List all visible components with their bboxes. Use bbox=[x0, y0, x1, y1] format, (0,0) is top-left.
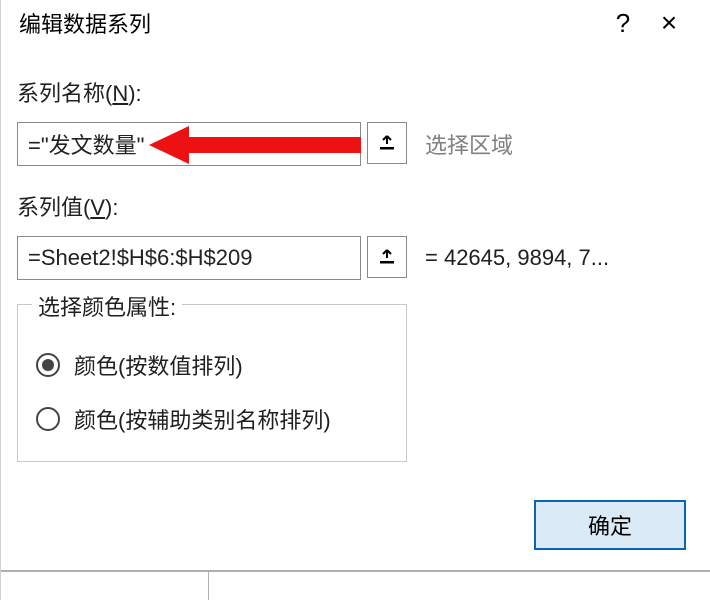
series-values-preview: = 42645, 9894, 7... bbox=[425, 245, 609, 271]
group-legend: 选择颜色属性: bbox=[32, 290, 182, 322]
mnemonic-v: V bbox=[90, 195, 105, 220]
close-icon[interactable]: × bbox=[646, 7, 692, 39]
button-label: 确定 bbox=[588, 509, 632, 541]
color-attribute-group: 选择颜色属性: 颜色(按数值排列) 颜色(按辅助类别名称排列) bbox=[17, 304, 407, 462]
series-name-label: 系列名称(N): bbox=[17, 76, 692, 108]
titlebar: 编辑数据系列 ? × bbox=[1, 0, 710, 46]
table-cell[interactable] bbox=[1, 572, 209, 600]
radio-by-category[interactable]: 颜色(按辅助类别名称排列) bbox=[36, 403, 388, 435]
ok-button[interactable]: 确定 bbox=[534, 500, 686, 550]
label-text: ): bbox=[128, 81, 141, 106]
help-icon[interactable]: ? bbox=[600, 8, 646, 39]
radio-label: 颜色(按辅助类别名称排列) bbox=[74, 403, 331, 435]
collapse-dialog-icon bbox=[377, 247, 397, 267]
radio-by-value[interactable]: 颜色(按数值排列) bbox=[36, 349, 388, 381]
collapse-dialog-icon bbox=[377, 133, 397, 153]
series-values-label: 系列值(V): bbox=[17, 190, 692, 222]
table-cell[interactable] bbox=[209, 572, 710, 600]
series-name-input[interactable] bbox=[17, 122, 361, 166]
dialog-title: 编辑数据系列 bbox=[19, 7, 600, 39]
range-picker-button[interactable] bbox=[367, 236, 407, 278]
radio-label: 颜色(按数值排列) bbox=[74, 349, 243, 381]
label-text: ): bbox=[105, 195, 118, 220]
series-name-input-wrap bbox=[17, 122, 407, 166]
range-picker-button[interactable] bbox=[367, 122, 407, 164]
label-text: 系列名称( bbox=[17, 81, 112, 106]
mnemonic-n: N bbox=[112, 81, 128, 106]
series-values-input[interactable] bbox=[17, 236, 361, 280]
radio-icon bbox=[36, 407, 60, 431]
label-text: 系列值( bbox=[17, 195, 90, 220]
spreadsheet-strip bbox=[1, 570, 710, 600]
edit-series-dialog: 编辑数据系列 ? × 系列名称(N): 选择区域 bbox=[0, 0, 710, 600]
radio-icon bbox=[36, 353, 60, 377]
series-values-input-wrap bbox=[17, 236, 407, 280]
series-name-hint: 选择区域 bbox=[425, 128, 513, 160]
